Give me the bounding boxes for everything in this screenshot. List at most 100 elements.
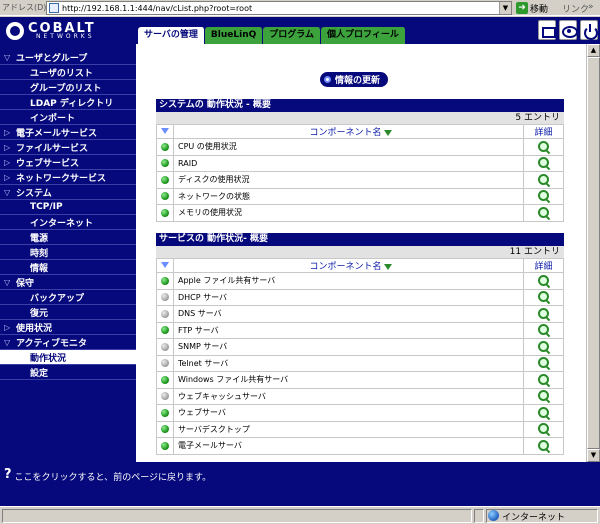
sidebar-item[interactable]: インターネット <box>0 215 136 230</box>
tab-server-admin[interactable]: サーバの管理 <box>138 27 205 44</box>
help-icon: ? <box>4 467 12 482</box>
section-title: システムの 動作状況 - 概要 <box>156 99 564 112</box>
magnifier-icon[interactable] <box>537 439 550 452</box>
address-bar: アドレス(D) http://192.168.1.1:444/nav/cList… <box>0 0 600 16</box>
sidebar-item[interactable]: 設定 <box>0 365 136 380</box>
sort-down-icon[interactable] <box>383 263 392 270</box>
sidebar-item[interactable]: ▷ ネットワークサービス <box>0 170 136 185</box>
sidebar-item-label: ユーザのリスト <box>30 68 93 79</box>
magnifier-icon[interactable] <box>537 390 550 402</box>
table-header-row: コンポーネント名 詳細 <box>156 258 564 273</box>
detail-cell <box>523 354 564 372</box>
magnifier-icon[interactable] <box>537 173 550 186</box>
scroll-thumb[interactable] <box>587 57 600 449</box>
magnifier-icon[interactable] <box>537 140 550 153</box>
status-inactive-icon <box>161 293 169 302</box>
table-row: DHCP サーバ <box>156 288 564 306</box>
sidebar-item[interactable]: LDAP ディレクトリ <box>0 95 136 110</box>
sidebar-item[interactable]: TCP/IP <box>0 200 136 215</box>
detail-cell <box>523 204 564 222</box>
tab-bluelinq[interactable]: BlueLinQ <box>204 27 264 44</box>
sidebar-item[interactable]: ユーザのリスト <box>0 65 136 80</box>
go-button[interactable]: ➜ 移動 <box>516 1 548 15</box>
component-name: 電子メールサーバ <box>173 437 524 455</box>
column-header-detail: 詳細 <box>523 124 564 139</box>
sidebar-item[interactable]: 情報 <box>0 260 136 275</box>
sidebar-item[interactable]: 復元 <box>0 305 136 320</box>
sidebar-item[interactable]: ▽ システム <box>0 185 136 200</box>
magnifier-icon[interactable] <box>537 291 550 303</box>
filter-cell[interactable] <box>156 258 174 273</box>
filter-icon[interactable] <box>161 261 169 268</box>
detail-cell <box>523 437 564 455</box>
sidebar-item[interactable]: ▷ ウェブサービス <box>0 155 136 170</box>
sidebar-item[interactable]: バックアップ <box>0 290 136 305</box>
sidebar-item[interactable]: グループのリスト <box>0 80 136 95</box>
sidebar-item[interactable]: ▷ ファイルサービス <box>0 140 136 155</box>
help-bar[interactable]: ? ここをクリックすると、前のページに戻ります。 <box>0 462 600 506</box>
status-cell <box>156 404 174 422</box>
column-header-name[interactable]: コンポーネント名 <box>173 124 524 139</box>
magnifier-icon[interactable] <box>537 373 550 386</box>
detail-cell <box>523 171 564 189</box>
magnifier-icon[interactable] <box>537 206 550 219</box>
component-name: CPU の使用状況 <box>173 138 524 156</box>
scroll-down-icon[interactable]: ▼ <box>587 449 600 462</box>
chevron-right-icon[interactable]: » <box>588 2 594 12</box>
magnifier-icon[interactable] <box>537 406 550 419</box>
table-row: Apple ファイル共有サーバ <box>156 272 564 290</box>
column-name-label[interactable]: コンポーネント名 <box>309 128 381 138</box>
sidebar-item[interactable]: ▽ 保守 <box>0 275 136 290</box>
table-row: 電子メールサーバ <box>156 437 564 455</box>
sidebar-item[interactable]: 時刻 <box>0 245 136 260</box>
tab-programs[interactable]: プログラム <box>263 27 321 44</box>
sidebar-item-label: インポート <box>30 113 76 124</box>
detail-cell <box>523 305 564 323</box>
links-label[interactable]: リンク <box>562 2 589 15</box>
magnifier-icon[interactable] <box>537 340 550 353</box>
sidebar-item-label: ファイルサービス <box>16 143 89 154</box>
sidebar-item-label: 電子メールサービス <box>16 128 98 139</box>
eye-icon[interactable] <box>559 20 578 40</box>
component-name: ウェブキャッシュサーバ <box>173 387 524 405</box>
magnifier-icon[interactable] <box>537 307 550 320</box>
url-field[interactable]: http://192.168.1.1:444/nav/cList.php?roo… <box>46 1 512 15</box>
magnifier-icon[interactable] <box>537 274 550 287</box>
magnifier-icon[interactable] <box>537 190 550 202</box>
logo-circle-icon <box>6 22 24 40</box>
chevron-down-icon[interactable]: ▼ <box>499 2 511 14</box>
vertical-scrollbar[interactable]: ▲ ▼ <box>586 44 600 462</box>
status-inactive-icon <box>161 392 169 401</box>
mail-icon[interactable] <box>538 20 556 40</box>
url-text[interactable]: http://192.168.1.1:444/nav/cList.php?roo… <box>62 4 499 13</box>
sidebar-item[interactable]: ▽ ユーザとグループ <box>0 50 136 65</box>
sort-down-icon[interactable] <box>383 129 392 136</box>
table-row: Windows ファイル共有サーバ <box>156 371 564 389</box>
triangle-right-icon: ▷ <box>4 172 11 182</box>
magnifier-icon[interactable] <box>537 357 550 369</box>
sidebar-item[interactable]: ▽ アクティブモニタ <box>0 335 136 350</box>
refresh-button[interactable]: 情報の更新 <box>320 72 389 87</box>
sidebar-item[interactable]: ▷ 使用状況 <box>0 320 136 335</box>
detail-cell <box>523 288 564 306</box>
tab-personal-profile[interactable]: 個人プロフィール <box>321 27 406 44</box>
scroll-up-icon[interactable]: ▲ <box>587 44 600 57</box>
magnifier-icon[interactable] <box>537 157 550 169</box>
column-header-name[interactable]: コンポーネント名 <box>173 258 524 273</box>
filter-cell[interactable] <box>156 124 174 139</box>
status-cell <box>2 509 472 523</box>
column-name-label[interactable]: コンポーネント名 <box>309 262 381 272</box>
logout-icon[interactable] <box>580 20 598 40</box>
status-inactive-icon <box>161 342 169 351</box>
sidebar-item[interactable]: インポート <box>0 110 136 125</box>
magnifier-icon[interactable] <box>537 423 550 435</box>
sidebar-item[interactable]: 動作状況 <box>0 350 136 365</box>
status-ok-icon <box>161 408 169 417</box>
sidebar-item[interactable]: ▷ 電子メールサービス <box>0 125 136 140</box>
globe-icon <box>488 510 499 521</box>
sidebar-item[interactable]: 電源 <box>0 230 136 245</box>
component-name: DNS サーバ <box>173 305 524 323</box>
magnifier-icon[interactable] <box>537 324 550 336</box>
filter-icon[interactable] <box>161 127 169 134</box>
help-text[interactable]: ここをクリックすると、前のページに戻ります。 <box>15 470 212 483</box>
